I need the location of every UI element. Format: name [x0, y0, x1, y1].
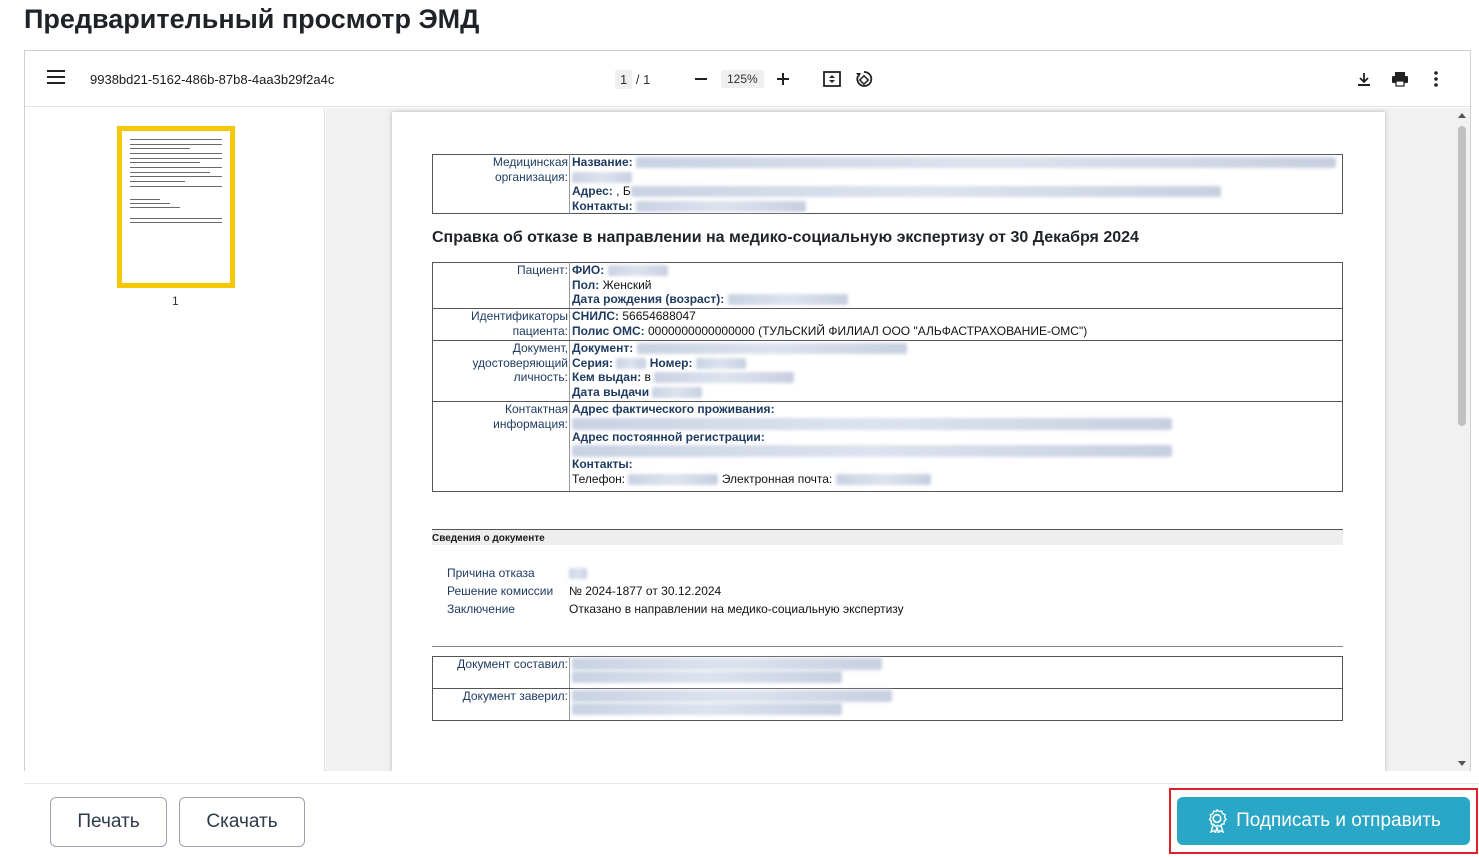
sex-key: Пол: [572, 277, 600, 292]
snils-value: 56654688047 [619, 309, 696, 323]
section-title: Сведения о документе [432, 529, 1343, 545]
signers-table: Документ составил: Документ заверил: [432, 656, 1343, 721]
document-area[interactable]: Медицинская организация: Название: Адрес… [326, 108, 1470, 771]
vertical-scrollbar[interactable] [1454, 108, 1470, 771]
download-button[interactable]: Скачать [179, 797, 305, 847]
org-label: Медицинская организация: [432, 154, 570, 214]
zoom-level[interactable]: 125% [721, 70, 764, 88]
certified-label: Документ заверил: [432, 688, 570, 721]
sex-value: Женский [599, 277, 652, 292]
identity-label: Документ, удостоверяющий личность: [432, 340, 570, 402]
org-values: Название: Адрес: , Б Контакты: [569, 154, 1343, 214]
dob-key: Дата рождения (возраст): [572, 292, 725, 306]
org-table: Медицинская организация: Название: Адрес… [432, 154, 1343, 214]
sign-and-send-button[interactable]: Подписать и отправить [1177, 797, 1470, 845]
reg-addr-key: Адрес постоянной регистрации: [572, 429, 765, 444]
actual-addr-key: Адрес фактического проживания: [572, 402, 775, 416]
org-address-prefix: , Б [612, 184, 631, 198]
patient-table: Пациент: ФИО: Пол: Женский Дата рождения… [432, 262, 1343, 492]
sign-button-highlight: Подписать и отправить [1169, 788, 1478, 854]
page-separator: / [635, 72, 640, 87]
print-icon[interactable] [1389, 68, 1411, 90]
org-name-key: Название: [572, 155, 633, 169]
menu-icon[interactable] [47, 70, 65, 86]
scrollbar-thumb[interactable] [1458, 126, 1466, 426]
issue-date-key: Дата выдачи [572, 384, 650, 399]
pdf-viewer: 9938bd21-5162-486b-87b8-4aa3b29f2a4c 1 /… [24, 50, 1471, 771]
email-key: Электронная почта: [721, 471, 833, 486]
issued-prefix: в [641, 370, 651, 384]
decision-label: Решение комиссии [447, 584, 554, 598]
scroll-down-icon[interactable] [1458, 761, 1466, 766]
divider [432, 646, 1343, 647]
footer-divider [24, 783, 1479, 784]
snils-key: СНИЛС: [572, 309, 620, 323]
thumbnail-panel: 1 [25, 108, 325, 771]
thumbnail-page-number: 1 [172, 294, 179, 308]
patient-label: Пациент: [432, 262, 570, 309]
number-key: Номер: [649, 355, 693, 370]
document-heading: Справка об отказе в направлении на медик… [432, 229, 1139, 246]
page-indicator: 1 / 1 [615, 70, 650, 89]
page-thumbnail[interactable] [117, 126, 235, 288]
current-page-input[interactable]: 1 [615, 70, 633, 89]
decision-value: № 2024-1877 от 30.12.2024 [569, 584, 722, 598]
reason-row: Причина отказа [447, 566, 587, 580]
fit-page-icon[interactable] [821, 68, 843, 90]
print-button[interactable]: Печать [50, 797, 167, 847]
reason-label: Причина отказа [447, 566, 535, 580]
zoom-out-icon[interactable] [690, 68, 712, 90]
issued-key: Кем выдан: [572, 370, 642, 384]
certificate-icon [1208, 809, 1227, 833]
total-pages: 1 [643, 72, 651, 87]
conclusion-label: Заключение [447, 602, 515, 616]
sign-button-label: Подписать и отправить [1236, 810, 1441, 831]
conclusion-row: Заключение Отказано в направлении на мед… [447, 602, 904, 616]
doc-key: Документ: [572, 341, 634, 355]
oms-key: Полис ОМС: [572, 323, 645, 338]
contact-label: Контактная информация: [432, 401, 570, 492]
download-icon[interactable] [1353, 68, 1375, 90]
scroll-up-icon[interactable] [1458, 113, 1466, 118]
ids-label: Идентификаторы пациента: [432, 308, 570, 341]
decision-row: Решение комиссии № 2024-1877 от 30.12.20… [447, 584, 721, 598]
rotate-icon[interactable] [853, 68, 875, 90]
fio-key: ФИО: [572, 263, 605, 277]
document-page: Медицинская организация: Название: Адрес… [392, 112, 1385, 771]
org-address-key: Адрес: [572, 184, 613, 198]
viewer-toolbar: 9938bd21-5162-486b-87b8-4aa3b29f2a4c 1 /… [25, 51, 1470, 107]
conclusion-value: Отказано в направлении на медико-социаль… [569, 602, 904, 616]
composed-label: Документ составил: [432, 656, 570, 689]
page-title: Предварительный просмотр ЭМД [24, 4, 480, 34]
contact-contacts-key: Контакты: [572, 457, 633, 471]
more-options-icon[interactable] [1425, 68, 1447, 90]
oms-value: 0000000000000000 (ТУЛЬСКИЙ ФИЛИАЛ ООО "А… [644, 323, 1088, 338]
org-contacts-key: Контакты: [572, 198, 633, 213]
zoom-in-icon[interactable] [772, 68, 794, 90]
phone-key: Телефон: [572, 471, 626, 486]
file-name: 9938bd21-5162-486b-87b8-4aa3b29f2a4c [90, 72, 335, 87]
series-key: Серия: [572, 355, 614, 370]
